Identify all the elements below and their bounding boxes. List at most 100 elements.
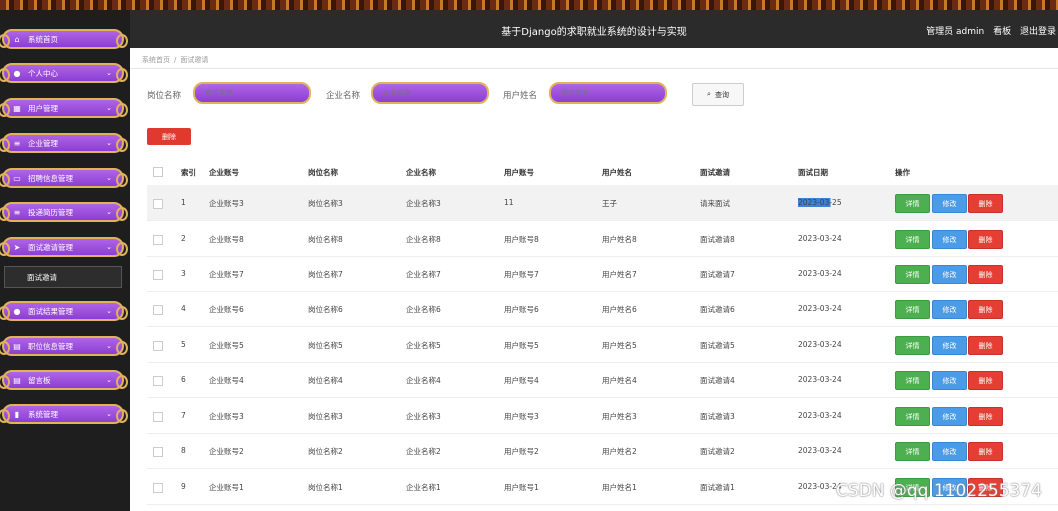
search-button-label: 查询 [714,90,729,99]
delete-button[interactable]: 删除 [968,265,1003,284]
table-cell: 岗位名称8 [308,235,343,244]
table-cell: 企业账号2 [209,447,244,456]
table-cell: 王子 [602,199,617,208]
table-cell: 用户姓名6 [602,305,637,314]
edit-button[interactable]: 修改 [932,442,967,461]
delete-button[interactable]: 删除 [968,300,1003,319]
sidebar-item[interactable]: ≡ 企业管理 ⌄ [0,133,128,153]
detail-button[interactable]: 详情 [895,300,930,319]
table-cell: 企业账号4 [209,376,244,385]
batch-delete-button[interactable]: 删除 [147,128,191,145]
table-cell: 7 [181,411,186,420]
row-checkbox[interactable] [153,305,163,315]
list-icon: ≡ [13,207,21,217]
table-cell: 企业账号5 [209,341,244,350]
table-cell: 岗位名称3 [308,412,343,421]
sidebar-item[interactable]: ● 个人中心 ⌄ [0,63,128,83]
breadcrumb-current: 面试邀请 [180,56,209,64]
edit-button[interactable]: 修改 [932,300,967,319]
delete-button[interactable]: 删除 [968,194,1003,213]
table-cell: 用户账号6 [504,305,539,314]
row-checkbox[interactable] [153,447,163,457]
edit-button[interactable]: 修改 [932,336,967,355]
table-cell: 企业账号3 [209,412,244,421]
delete-button[interactable]: 删除 [968,230,1003,249]
chevron-down-icon: ⌄ [106,376,112,384]
detail-button[interactable]: 详情 [895,407,930,426]
detail-button[interactable]: 详情 [895,371,930,390]
edit-button[interactable]: 修改 [932,230,967,249]
logout-link[interactable]: 退出登录 [1020,27,1056,37]
job-name-label: 岗位名称 [147,91,182,101]
delete-button[interactable]: 删除 [968,336,1003,355]
column-header: 用户账号 [504,168,534,177]
sidebar-item-label: 系统管理 [28,409,58,419]
table-cell: 面试邀请2 [700,447,735,456]
sidebar-subitem-interview-invite[interactable]: 面试邀请 [4,266,122,288]
company-name-input[interactable] [371,82,489,104]
row-checkbox[interactable] [153,376,163,386]
search-button[interactable]: ⌕ 查询 [692,83,744,106]
chevron-down-icon: ⌄ [106,174,112,182]
sidebar-item[interactable]: ➤ 面试邀请管理 ⌄ [0,237,128,257]
dashboard-link[interactable]: 看板 [993,27,1011,37]
table-cell: 企业名称3 [406,199,441,208]
table-cell: 企业账号8 [209,235,244,244]
table-cell: 6 [181,375,186,384]
column-header: 索引 [181,168,196,177]
sidebar-item-label: 投递简历管理 [28,207,73,217]
sidebar-item[interactable]: ≡ 投递简历管理 ⌄ [0,202,128,222]
detail-button[interactable]: 详情 [895,265,930,284]
detail-button[interactable]: 详情 [895,194,930,213]
sidebar-item[interactable]: ▦ 用户管理 ⌄ [0,98,128,118]
watermark: CSDN @qq 1102255374 [835,481,1042,501]
sidebar-item[interactable]: ▮ 系统管理 ⌄ [0,404,128,424]
column-header: 岗位名称 [308,168,338,177]
table-cell: 4 [181,304,186,313]
detail-button[interactable]: 详情 [895,336,930,355]
table-cell: 用户账号4 [504,376,539,385]
admin-label: 管理员 admin [926,27,985,37]
edit-button[interactable]: 修改 [932,371,967,390]
row-checkbox[interactable] [153,199,163,209]
sidebar-item-label: 系统首页 [28,34,58,44]
sidebar-item[interactable]: ▭ 招聘信息管理 ⌄ [0,168,128,188]
send-icon: ➤ [13,242,21,252]
table-cell: 请来面试 [700,199,730,208]
row-checkbox[interactable] [153,412,163,422]
detail-button[interactable]: 详情 [895,230,930,249]
monitor-icon: ▭ [13,173,21,183]
select-all-checkbox[interactable] [153,167,163,177]
edit-button[interactable]: 修改 [932,194,967,213]
delete-button[interactable]: 删除 [968,407,1003,426]
column-header: 面试邀请 [700,168,730,177]
job-name-input[interactable] [193,82,311,104]
table-cell: 企业账号6 [209,305,244,314]
sidebar-item-label: 招聘信息管理 [28,173,73,183]
sidebar-item[interactable]: ▤ 职位信息管理 ⌄ [0,336,128,356]
user-name-input[interactable] [549,82,667,104]
delete-button[interactable]: 删除 [968,371,1003,390]
sidebar-item[interactable]: ● 面试结果管理 ⌄ [0,301,128,321]
row-checkbox[interactable] [153,235,163,245]
edit-button[interactable]: 修改 [932,407,967,426]
chevron-down-icon: ⌄ [106,307,112,315]
edit-button[interactable]: 修改 [932,265,967,284]
table-cell: 用户姓名3 [602,412,637,421]
table-cell: 11 [504,198,514,207]
column-header: 操作 [895,168,910,177]
table-cell: 岗位名称2 [308,447,343,456]
sidebar-item[interactable]: ⌂ 系统首页 [0,29,128,49]
sidebar-item[interactable]: ▤ 留言板 ⌄ [0,370,128,390]
table-cell: 用户账号1 [504,483,539,492]
row-checkbox[interactable] [153,341,163,351]
chevron-down-icon: ⌄ [106,69,112,77]
detail-button[interactable]: 详情 [895,442,930,461]
delete-button[interactable]: 删除 [968,442,1003,461]
row-checkbox[interactable] [153,270,163,280]
row-checkbox[interactable] [153,483,163,493]
column-header: 面试日期 [798,168,828,177]
table-cell: 用户账号2 [504,447,539,456]
breadcrumb: 系统首页 / 面试邀请 [142,55,208,65]
breadcrumb-home[interactable]: 系统首页 [142,56,170,64]
